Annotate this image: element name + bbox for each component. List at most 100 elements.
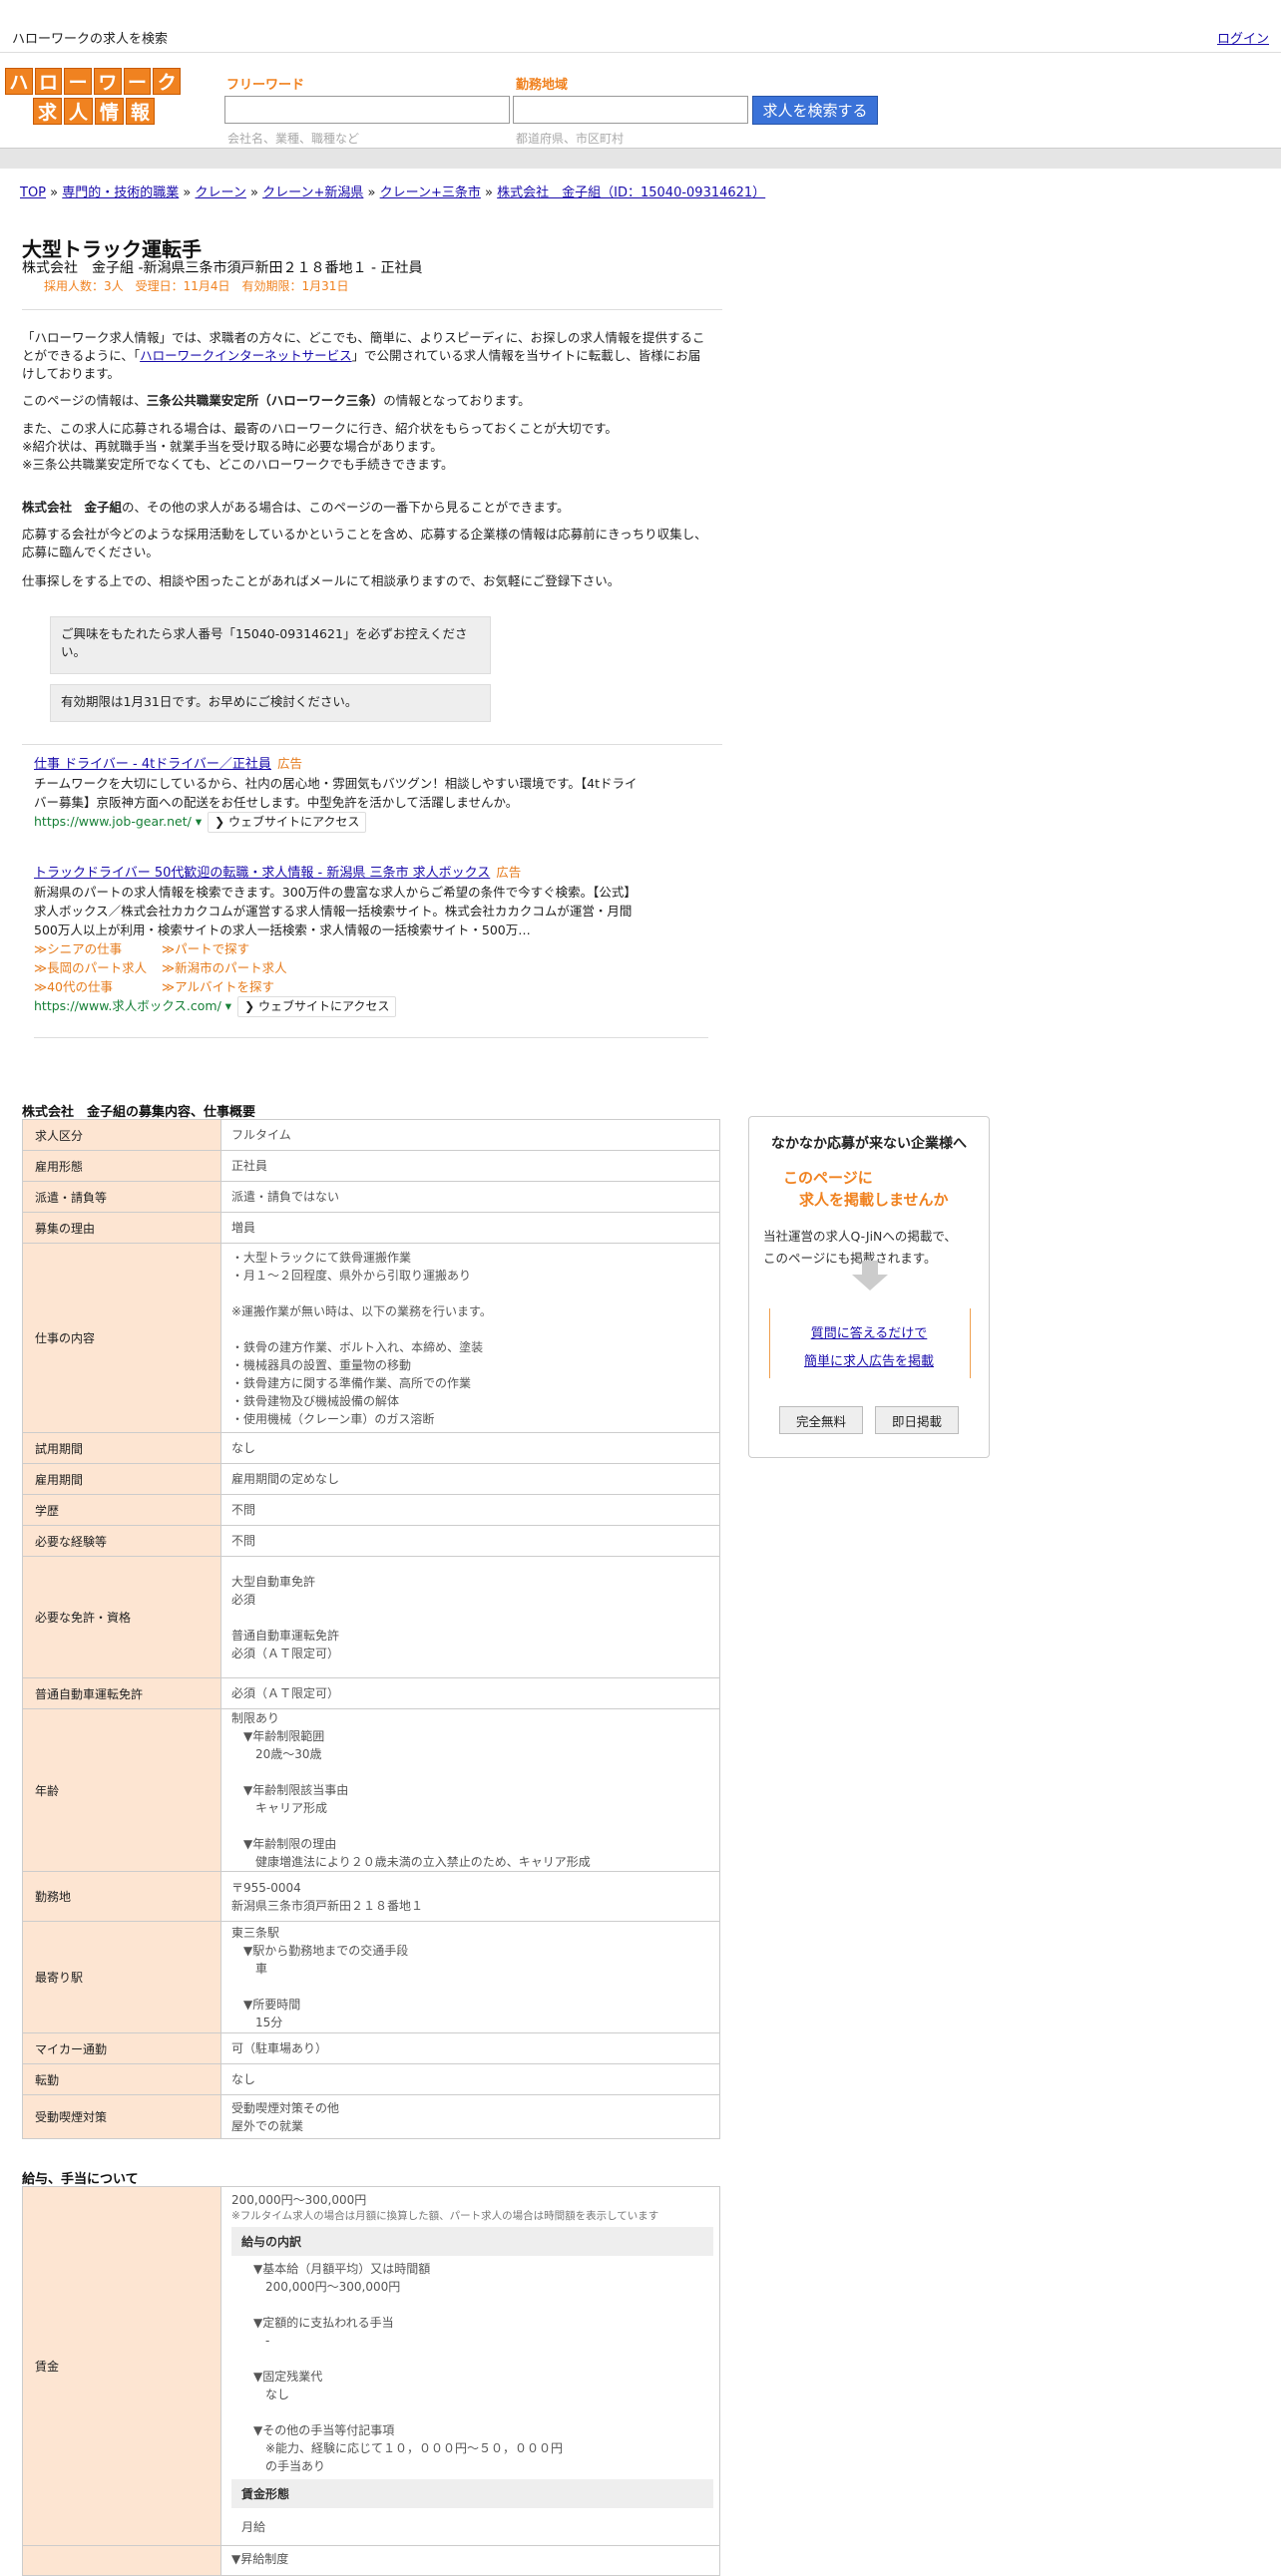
ad-tag: 広告 — [276, 756, 302, 771]
divider — [34, 1037, 708, 1038]
promo-headline-2: 求人を掲載しませんか — [799, 1191, 949, 1209]
row-value: 必須（ＡＴ限定可） — [220, 1677, 720, 1709]
table-row: 年齢 制限あり ▼年齢制限範囲 20歳〜30歳 ▼年齢制限該当事由 キャリア形成 … — [22, 1708, 720, 1872]
keyword-hint: 会社名、業種、職種など — [227, 132, 360, 146]
row-value: 200,000円〜300,000円 ※フルタイム求人の場合は月額に換算した額、パ… — [220, 2186, 720, 2546]
wage-amount: 200,000円〜300,000円 — [231, 2193, 367, 2207]
free-button[interactable]: 完全無料 — [779, 1406, 863, 1434]
ad-title-link[interactable]: トラックドライバー 50代歓迎の転職・求人情報 - 新潟県 三条市 求人ボックス — [34, 866, 490, 881]
breadcrumb-separator: » — [485, 185, 493, 200]
row-key: 年齢 — [22, 1708, 221, 1872]
logo-char: 情 — [95, 98, 124, 125]
table-row: 試用期間 なし — [22, 1432, 720, 1464]
row-value: 制限あり ▼年齢制限範囲 20歳〜30歳 ▼年齢制限該当事由 キャリア形成 ▼年… — [220, 1708, 720, 1872]
logo-row-1: ハ ロ ー ワ ー ク — [5, 68, 182, 95]
ad-sitelink[interactable]: ≫長岡のパート求人 — [34, 958, 162, 977]
row-value: なし — [220, 2063, 720, 2095]
hellowork-link[interactable]: ハローワークインターネットサービス — [140, 348, 352, 363]
keyword-label: フリーワード — [226, 78, 305, 93]
breadcrumb-item[interactable]: 専門的・技術的職業 — [62, 185, 179, 200]
expiry-note: 有効期限は1月31日です。お早めにご検討ください。 — [50, 684, 491, 722]
row-value: 東三条駅 ▼駅から勤務地までの交通手段 車 ▼所要時間 15分 — [220, 1921, 720, 2033]
breadcrumb-item[interactable]: クレーン+三条市 — [380, 185, 481, 200]
wage-breakdown: ▼基本給（月額平均）又は時間額 200,000円〜300,000円 ▼定額的に支… — [253, 2262, 564, 2473]
ad-sitelink[interactable]: ≫アルバイトを探す — [162, 977, 361, 996]
company-name: 株式会社 金子組 — [22, 500, 123, 515]
breakdown-heading: 給与の内訳 — [231, 2227, 713, 2256]
breadcrumb-separator: » — [367, 185, 376, 200]
row-value: 大型自動車免許 必須 普通自動車運転免許 必須（ＡＴ限定可） — [220, 1556, 720, 1678]
wage-form-value: 月給 — [241, 2520, 266, 2534]
visit-label: ウェブサイトにアクセス — [227, 815, 360, 829]
login-link[interactable]: ログイン — [1217, 28, 1269, 47]
breadcrumb-item[interactable]: TOP — [20, 185, 46, 200]
promo-link[interactable]: 簡単に求人広告を掲載 — [769, 1350, 969, 1369]
table-row: 転勤 なし — [22, 2063, 720, 2095]
ad-url[interactable]: https://www.求人ボックス.com/ — [34, 998, 221, 1013]
table-row: 必要な免許・資格 大型自動車免許 必須 普通自動車運転免許 必須（ＡＴ限定可） — [22, 1556, 720, 1678]
promo-link[interactable]: 質問に答えるだけで — [769, 1322, 969, 1341]
table-row: 募集の理由 増員 — [22, 1212, 720, 1244]
intro-paragraph: このページの情報は、三条公共職業安定所（ハローワーク三条）の情報となっております… — [22, 392, 710, 410]
visit-website-button[interactable]: ❯ ウェブサイトにアクセス — [208, 812, 367, 833]
top-bar: ハローワークの求人を検索 ログイン — [0, 0, 1281, 53]
ad-url[interactable]: https://www.job-gear.net/ — [34, 814, 192, 829]
table-row: 最寄り駅 東三条駅 ▼駅から勤務地までの交通手段 車 ▼所要時間 15分 — [22, 1921, 720, 2033]
ad-sitelink[interactable]: ≫パートで探す — [162, 939, 361, 958]
table-row: 必要な経験等 不問 — [22, 1525, 720, 1557]
visit-website-button[interactable]: ❯ ウェブサイトにアクセス — [237, 996, 397, 1017]
ad-sitelink[interactable]: ≫新潟市のパート求人 — [162, 958, 361, 977]
company-line: 株式会社 金子組 -新潟県三条市須戸新田２１８番地１ - 正社員 — [22, 260, 423, 276]
dropdown-icon[interactable]: ▾ — [221, 998, 231, 1013]
ad-sitelink[interactable]: ≫シニアの仕事 — [34, 939, 162, 958]
area-hint: 都道府県、市区町村 — [516, 132, 625, 146]
logo-char: 人 — [64, 98, 93, 125]
wage-form-heading: 賃金形態 — [231, 2479, 713, 2508]
row-value: 不問 — [220, 1525, 720, 1557]
wage-note: ※フルタイム求人の場合は月額に換算した額、パート求人の場合は時間額を表示していま… — [231, 2210, 659, 2222]
table-row: 賃金 200,000円〜300,000円 ※フルタイム求人の場合は月額に換算した… — [22, 2186, 720, 2546]
keyword-input[interactable] — [224, 96, 510, 124]
logo-char: ー — [123, 68, 152, 95]
wages-section-title: 給与、手当について — [22, 2172, 139, 2187]
logo-char: ロ — [34, 68, 63, 95]
job-meta: 採用人数：3人 受理日：11月4日 有効期限：1月31日 — [44, 279, 349, 293]
ad-sitelink[interactable]: ≫40代の仕事 — [34, 977, 162, 996]
intro-paragraph: 仕事探しをする上での、相談や困ったことがあればメールにて相談承りますので、お気軽… — [22, 573, 621, 588]
row-key: 学歴 — [22, 1494, 221, 1526]
row-value: ・大型トラックにて鉄骨運搬作業 ・月１～２回程度、県外から引取り運搬あり ※運搬… — [220, 1243, 720, 1433]
row-value: なし — [220, 1432, 720, 1464]
breadcrumb-item[interactable]: クレーン — [196, 185, 246, 200]
ad-tag: 広告 — [496, 865, 522, 880]
breadcrumb-separator: » — [250, 185, 258, 200]
visit-label: ウェブサイトにアクセス — [257, 999, 390, 1013]
intro-paragraph: 株式会社 金子組の、その他の求人がある場合は、このページの一番下から見ることがで… — [22, 499, 710, 517]
ad-title-link[interactable]: 仕事 ドライバー - 4tドライバー／正社員 — [34, 757, 271, 772]
promo-headline-1: このページに — [783, 1169, 873, 1187]
employer-promo-box: なかなか応募が来ない企業様へ このページに 求人を掲載しませんか 当社運営の求人… — [748, 1116, 990, 1458]
breadcrumb-item[interactable]: クレーン+新潟県 — [262, 185, 363, 200]
search-button[interactable]: 求人を検索する — [752, 96, 878, 125]
same-day-button[interactable]: 即日掲載 — [875, 1406, 959, 1434]
row-key: 雇用形態 — [22, 1150, 221, 1182]
table-row: 雇用期間 雇用期間の定めなし — [22, 1463, 720, 1495]
row-value: 正社員 — [220, 1150, 720, 1182]
ad-description: 新潟県のパートの求人情報を検索できます。300万件の豊富な求人からご希望の条件で… — [34, 885, 633, 937]
divider — [22, 744, 722, 745]
divider — [22, 309, 722, 310]
table-row: 雇用形態 正社員 — [22, 1150, 720, 1182]
site-logo[interactable]: ハ ロ ー ワ ー ク 求 人 情 報 — [5, 68, 182, 125]
row-key: 必要な免許・資格 — [22, 1556, 221, 1678]
table-row: マイカー通勤 可（駐車場あり） — [22, 2032, 720, 2064]
dropdown-icon[interactable]: ▾ — [192, 814, 202, 829]
arrow-down-icon — [852, 1261, 888, 1290]
ad-description: チームワークを大切にしているから、社内の居心地・雰囲気もバツグン！相談しやすい環… — [34, 776, 638, 810]
details-section-title: 株式会社 金子組の募集内容、仕事概要 — [22, 1105, 256, 1120]
job-number-note: ご興味をもたれたら求人番号「15040-09314621」を必ずお控えください。 — [50, 616, 491, 674]
breadcrumb-item[interactable]: 株式会社 金子組（ID：15040-09314621） — [497, 185, 765, 200]
row-key: 仕事の内容 — [22, 1243, 221, 1433]
area-input[interactable] — [513, 96, 748, 124]
intro-text: このページの情報は、 — [22, 393, 147, 408]
intro-paragraph: また、この求人に応募される場合は、最寄のハローワークに行き、紹介状をもらっておく… — [22, 421, 618, 472]
ad-block: 仕事 ドライバー - 4tドライバー／正社員 広告 チームワークを大切にしているか… — [34, 754, 672, 833]
